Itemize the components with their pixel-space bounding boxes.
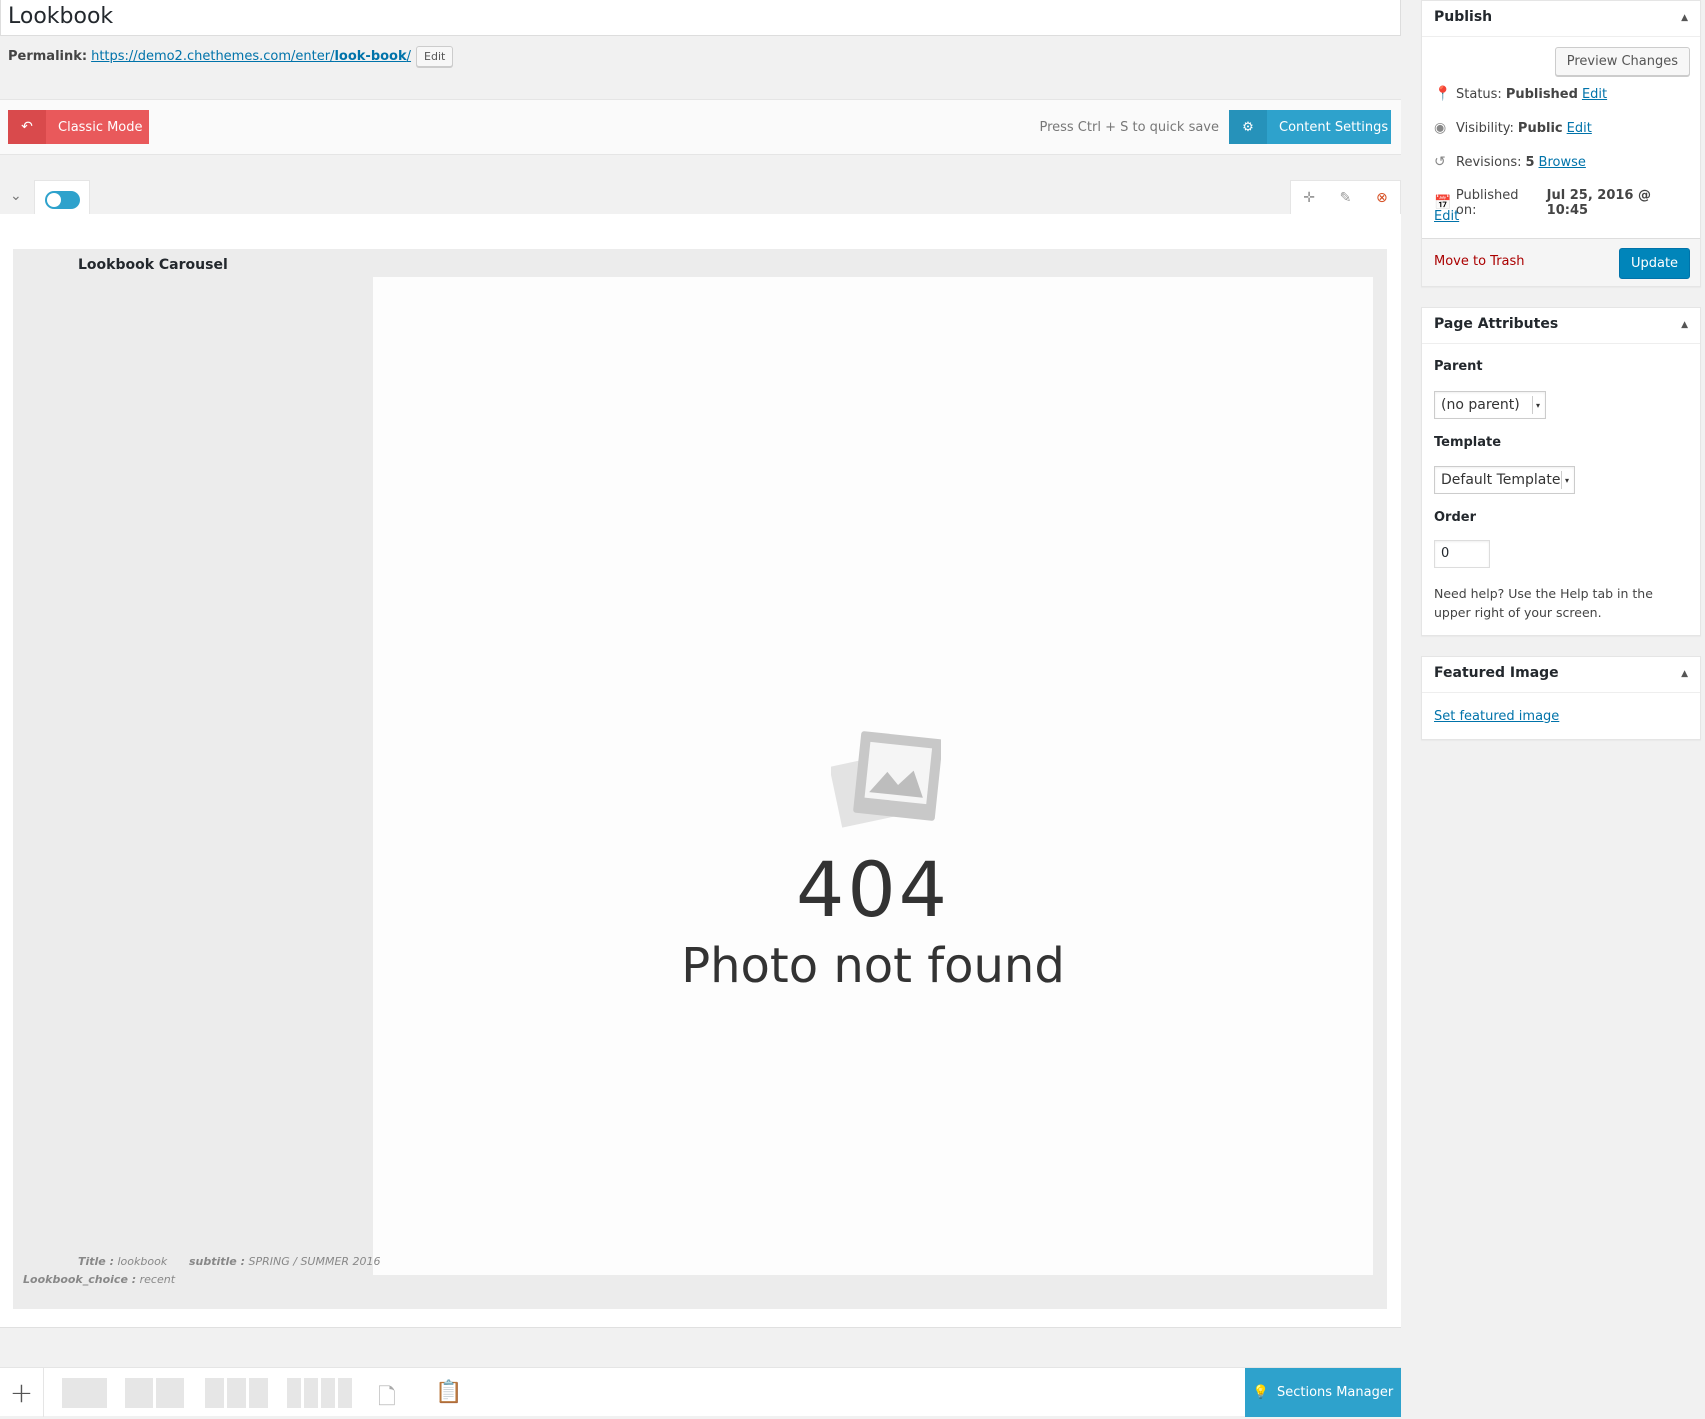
not-found-text: Photo not found: [681, 938, 1065, 994]
element-title: Lookbook Carousel: [78, 257, 228, 273]
featured-image-box: Featured Image ▲ Set featured image: [1421, 656, 1701, 740]
row-controls-bar: ⌄ ✛ ✎ ⊗: [0, 180, 1401, 214]
publish-actions: Move to Trash Update: [1422, 238, 1700, 286]
published-on-row: 📅 Published on: Jul 25, 2016 @ 10:45: [1434, 188, 1651, 218]
collapse-arrow-icon[interactable]: ▲: [1681, 320, 1688, 330]
permalink-label: Permalink:: [8, 49, 88, 64]
template-icon[interactable]: 📋: [435, 1380, 462, 1406]
content-settings-button[interactable]: ⚙ Content Settings: [1229, 110, 1391, 144]
dropdown-arrow-icon: ▾: [1561, 471, 1572, 489]
permalink-edit-button[interactable]: Edit: [416, 46, 454, 67]
status-row: 📍 Status: Published Edit: [1434, 86, 1608, 102]
order-label: Order: [1434, 510, 1476, 525]
bottom-add-bar: + 🗋 📋 💡 Sections Manager: [0, 1367, 1401, 1417]
classic-mode-button[interactable]: ↶ Classic Mode: [8, 110, 149, 144]
revisions-row: ↺ Revisions: 5 Browse: [1434, 154, 1586, 170]
published-edit-link[interactable]: Edit: [1434, 209, 1459, 224]
publish-box: Publish ▲ Preview Changes 📍 Status: Publis…: [1421, 0, 1701, 287]
add-row-icon[interactable]: +: [0, 1368, 44, 1417]
template-select[interactable]: Default Template ▾: [1434, 466, 1575, 494]
visibility-row: ◉ Visibility: Public Edit: [1434, 120, 1592, 136]
template-label: Template: [1434, 435, 1502, 450]
order-input[interactable]: 0: [1434, 540, 1490, 568]
update-button[interactable]: Update: [1619, 248, 1690, 279]
layout-3-col[interactable]: [205, 1378, 268, 1408]
layout-2-col[interactable]: [125, 1378, 184, 1408]
image-preview: 404 Photo not found: [373, 277, 1373, 1275]
sections-manager-button[interactable]: 💡 Sections Manager: [1245, 1368, 1401, 1417]
page-attributes-box: Page Attributes ▲ Parent (no parent) ▾ Tem…: [1421, 307, 1701, 636]
featured-image-heading[interactable]: Featured Image ▲: [1422, 657, 1700, 693]
pin-icon: 📍: [1434, 86, 1452, 102]
row-toggle-container: [34, 180, 90, 214]
row-body: Lookbook Carousel 404 Photo not found Ti…: [0, 214, 1401, 1328]
eye-icon: ◉: [1434, 120, 1447, 136]
history-icon: ↺: [1434, 154, 1446, 170]
collapse-arrow-icon[interactable]: ▲: [1681, 13, 1688, 23]
permalink: Permalink: https://demo2.chethemes.com/e…: [8, 46, 454, 67]
lightbulb-icon: 💡: [1252, 1385, 1269, 1400]
lookbook-carousel-element[interactable]: Lookbook Carousel 404 Photo not found Ti…: [13, 249, 1387, 1309]
row-visibility-toggle[interactable]: [45, 191, 80, 209]
param-subtitle: subtitle : SPRING / SUMMER 2016: [189, 1255, 381, 1268]
builder-toolbar: ↶ Classic Mode Press Ctrl + S to quick s…: [0, 99, 1401, 155]
revisions-browse-link[interactable]: Browse: [1539, 155, 1586, 170]
publish-heading[interactable]: Publish ▲: [1422, 1, 1700, 37]
preview-changes-button[interactable]: Preview Changes: [1554, 47, 1690, 76]
permalink-link[interactable]: https://demo2.chethemes.com/enter/look-b…: [91, 49, 411, 64]
not-found-code: 404: [795, 845, 951, 934]
page-attributes-heading[interactable]: Page Attributes ▲: [1422, 308, 1700, 344]
layout-4-col[interactable]: [287, 1378, 352, 1408]
collapse-arrow-icon[interactable]: ▲: [1681, 669, 1688, 679]
param-title: Title : lookbook: [78, 1255, 168, 1268]
set-featured-image-link[interactable]: Set featured image: [1434, 709, 1559, 724]
move-to-trash-link[interactable]: Move to Trash: [1434, 254, 1525, 269]
layout-1-col[interactable]: [62, 1378, 107, 1408]
chevron-down-icon[interactable]: ⌄: [10, 188, 22, 204]
undo-arrow-icon: ↶: [8, 110, 46, 144]
param-lookbook-choice: Lookbook_choice : recent: [23, 1273, 176, 1286]
visibility-edit-link[interactable]: Edit: [1567, 121, 1592, 136]
help-text: Need help? Use the Help tab in the upper…: [1434, 586, 1653, 620]
row-controls: ✛ ✎ ⊗: [1290, 180, 1401, 214]
parent-select[interactable]: (no parent) ▾: [1434, 391, 1546, 419]
edit-icon[interactable]: ✎: [1340, 190, 1352, 206]
title-input[interactable]: Lookbook: [0, 0, 1401, 36]
dropdown-arrow-icon: ▾: [1532, 396, 1543, 414]
parent-label: Parent: [1434, 359, 1483, 374]
close-icon[interactable]: ⊗: [1376, 190, 1388, 206]
photo-placeholder-icon: [831, 731, 941, 828]
text-block-icon[interactable]: 🗋: [378, 1380, 398, 1410]
status-edit-link[interactable]: Edit: [1582, 87, 1607, 102]
gear-icon: ⚙: [1229, 110, 1267, 144]
quick-save-hint: Press Ctrl + S to quick save: [1039, 120, 1219, 135]
move-icon[interactable]: ✛: [1303, 190, 1315, 206]
